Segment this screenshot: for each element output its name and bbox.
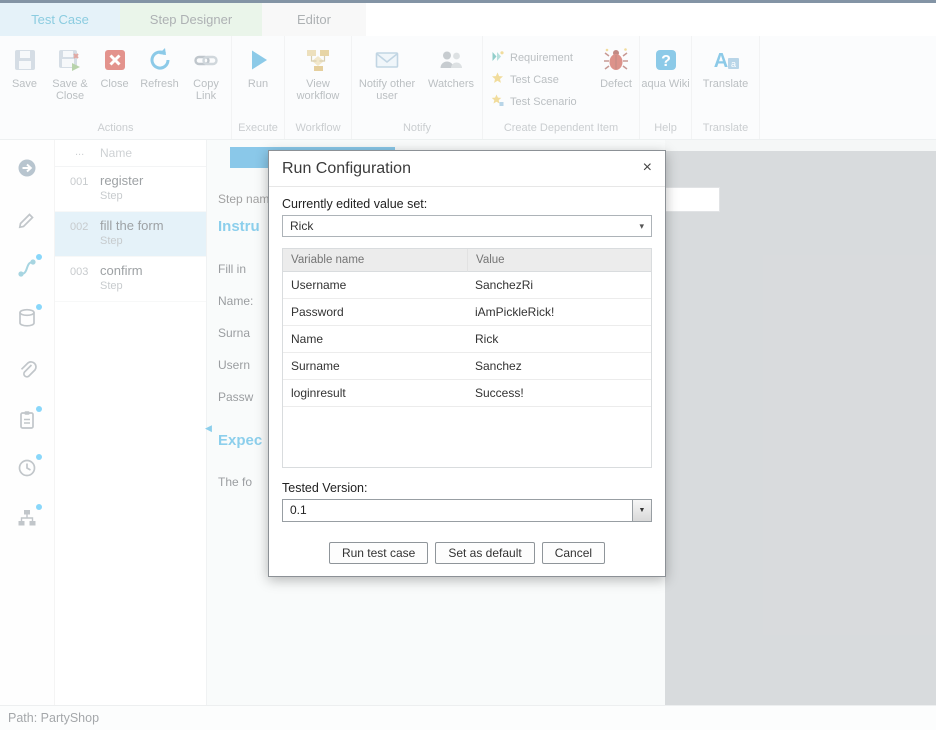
dialog-title: Run Configuration bbox=[282, 160, 411, 177]
tested-version-value: 0.1 bbox=[283, 500, 632, 521]
run-test-case-button[interactable]: Run test case bbox=[329, 542, 428, 564]
value-set-select[interactable]: Rick ▾ bbox=[282, 215, 652, 237]
dialog-header: Run Configuration × bbox=[269, 151, 665, 187]
dialog-buttons: Run test case Set as default Cancel bbox=[282, 542, 652, 564]
variables-table-header: Variable name Value bbox=[283, 249, 651, 272]
dialog-close-icon[interactable]: × bbox=[643, 159, 652, 177]
cancel-button[interactable]: Cancel bbox=[542, 542, 605, 564]
table-row[interactable]: Surname Sanchez bbox=[283, 353, 651, 380]
value-set-label: Currently edited value set: bbox=[282, 197, 652, 211]
dialog-body: Currently edited value set: Rick ▾ Varia… bbox=[269, 197, 665, 564]
tested-version-label: Tested Version: bbox=[282, 481, 652, 495]
run-configuration-dialog: Run Configuration × Currently edited val… bbox=[268, 150, 666, 577]
combo-arrow-icon: ▼ bbox=[639, 507, 646, 514]
table-row[interactable]: Username SanchezRi bbox=[283, 272, 651, 299]
table-row[interactable]: Name Rick bbox=[283, 326, 651, 353]
tested-version-combo[interactable]: 0.1 ▼ bbox=[282, 499, 652, 522]
set-as-default-button[interactable]: Set as default bbox=[435, 542, 534, 564]
value-set-selected-value: Rick bbox=[290, 219, 313, 233]
chevron-down-icon: ▾ bbox=[639, 221, 644, 232]
col-value: Value bbox=[467, 249, 651, 272]
variables-table: Variable name Value Username SanchezRi P… bbox=[282, 248, 652, 468]
combo-dropdown-button[interactable]: ▼ bbox=[632, 500, 651, 521]
col-variable-name: Variable name bbox=[283, 249, 467, 272]
table-row[interactable]: Password iAmPickleRick! bbox=[283, 299, 651, 326]
table-row[interactable]: loginresult Success! bbox=[283, 380, 651, 407]
